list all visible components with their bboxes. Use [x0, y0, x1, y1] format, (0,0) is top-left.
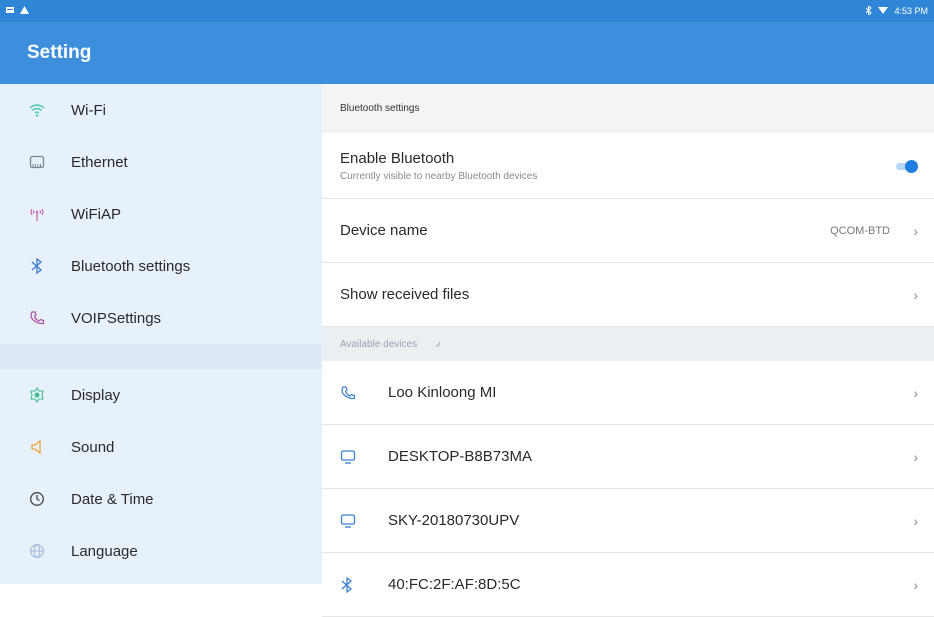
sidebar-item-label: Sound — [71, 438, 115, 456]
sidebar-item-label: Language — [71, 542, 138, 560]
status-bar: 4:53 PM — [0, 0, 934, 22]
device-row[interactable]: Loo Kinloong MI › — [322, 361, 934, 425]
sidebar-item-language[interactable]: Language — [0, 525, 322, 577]
notification-icon — [6, 6, 14, 16]
page-title: Setting — [27, 42, 92, 63]
clock-time: 4:53 PM — [894, 6, 928, 16]
sidebar-item-label: Bluetooth settings — [71, 257, 191, 275]
device-name-value: QCOM-BTD — [830, 224, 890, 237]
bluetooth-icon — [866, 4, 873, 17]
chevron-right-icon: › — [913, 222, 918, 239]
device-name-row[interactable]: Device name QCOM-BTD › — [322, 199, 934, 263]
toggle-thumb — [905, 159, 918, 173]
display-icon — [27, 385, 47, 405]
sidebar-item-voip[interactable]: VOIPSettings — [0, 292, 322, 344]
computer-icon — [340, 513, 360, 529]
enable-bluetooth-subtitle: Currently visible to nearby Bluetooth de… — [340, 170, 538, 182]
device-name-title: Device name — [340, 222, 428, 239]
sidebar: Wi-Fi Ethernet WiFiAP Bluetooth settings… — [0, 84, 322, 584]
section-title: Bluetooth settings — [322, 84, 934, 133]
app-bar: Setting — [0, 22, 934, 84]
sidebar-item-label: Display — [71, 386, 121, 404]
device-row[interactable]: 40:FC:2F:AF:8D:5C › — [322, 553, 934, 617]
device-name: 40:FC:2F:AF:8D:5C — [388, 576, 521, 593]
enable-bluetooth-title: Enable Bluetooth — [340, 149, 455, 167]
bluetooth-icon — [340, 576, 360, 593]
device-row[interactable]: DESKTOP-B8B73MA › — [322, 425, 934, 489]
phone-icon — [27, 308, 47, 328]
sidebar-item-label: Ethernet — [71, 153, 128, 171]
sidebar-item-ethernet[interactable]: Ethernet — [0, 136, 322, 188]
available-devices-header: Available devices — [322, 327, 934, 361]
sidebar-item-label: Date & Time — [71, 490, 154, 508]
computer-icon — [340, 449, 360, 465]
sidebar-item-label: VOIPSettings — [71, 309, 162, 327]
scanning-icon — [435, 341, 441, 347]
enable-bluetooth-text: Enable Bluetooth Currently visible to ne… — [340, 150, 537, 182]
device-row[interactable]: SKY-20180730UPV › — [322, 489, 934, 553]
received-files-row[interactable]: Show received files › — [322, 263, 934, 327]
sidebar-item-display[interactable]: Display — [0, 369, 322, 421]
chevron-right-icon: › — [913, 512, 918, 529]
sidebar-item-date-time[interactable]: Date & Time — [0, 473, 322, 525]
status-left — [6, 6, 29, 16]
bluetooth-toggle[interactable] — [896, 159, 918, 173]
warning-icon — [20, 6, 29, 16]
device-name: DESKTOP-B8B73MA — [388, 448, 532, 465]
phone-icon — [340, 385, 360, 401]
sidebar-item-label: Wi-Fi — [71, 101, 106, 119]
sidebar-item-sound[interactable]: Sound — [0, 421, 322, 473]
available-devices-label: Available devices — [340, 338, 418, 350]
clock-icon — [27, 489, 47, 509]
chevron-right-icon: › — [913, 576, 918, 593]
globe-icon — [27, 541, 47, 561]
chevron-right-icon: › — [913, 286, 918, 303]
device-name: SKY-20180730UPV — [388, 512, 520, 529]
chevron-right-icon: › — [913, 448, 918, 465]
status-right: 4:53 PM — [866, 4, 928, 17]
main-panel: Bluetooth settings Enable Bluetooth Curr… — [322, 84, 934, 617]
wifi-icon — [878, 6, 889, 16]
sidebar-item-label: WiFiAP — [71, 205, 121, 223]
sidebar-item-wifiap[interactable]: WiFiAP — [0, 188, 322, 240]
hotspot-icon — [27, 204, 47, 224]
ethernet-icon — [27, 152, 47, 172]
wifi-icon — [27, 100, 47, 120]
chevron-right-icon: › — [913, 384, 918, 401]
device-name: Loo Kinloong MI — [388, 384, 497, 401]
sound-icon — [27, 437, 47, 457]
sidebar-item-wifi[interactable]: Wi-Fi — [0, 84, 322, 136]
received-files-title: Show received files — [340, 286, 470, 303]
enable-bluetooth-row[interactable]: Enable Bluetooth Currently visible to ne… — [322, 133, 934, 199]
bluetooth-icon — [27, 256, 47, 276]
sidebar-item-bluetooth[interactable]: Bluetooth settings — [0, 240, 322, 292]
sidebar-divider — [0, 344, 322, 369]
